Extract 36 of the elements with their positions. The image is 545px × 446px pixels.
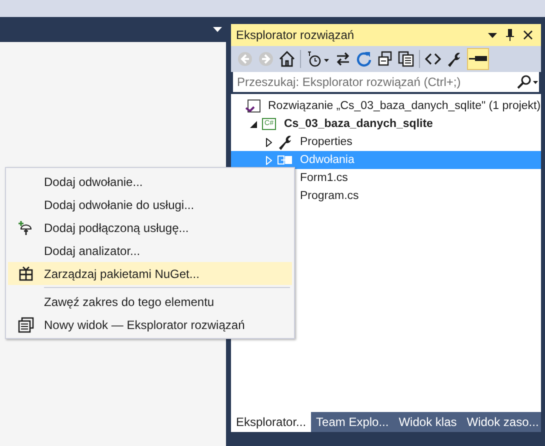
panel-tab[interactable]: Eksplorator...: [231, 412, 312, 432]
pane-icon: [469, 55, 487, 63]
menu-item[interactable]: Dodaj analizator...: [8, 239, 292, 262]
clock-icon[interactable]: [306, 51, 330, 67]
panel-tab[interactable]: Widok klas: [394, 412, 462, 432]
search-icon[interactable]: [517, 75, 539, 89]
tree-item[interactable]: Properties: [231, 133, 541, 151]
wrench-icon[interactable]: [446, 51, 462, 67]
panel-title: Eksplorator rozwiązań: [236, 28, 356, 42]
solution-icon: [245, 98, 261, 114]
home-icon[interactable]: [279, 51, 295, 67]
sync-icon[interactable]: [335, 51, 351, 67]
collapse-icon[interactable]: [377, 51, 393, 67]
dropdown-icon[interactable]: [488, 32, 497, 38]
references-icon: [277, 155, 293, 165]
window-icon: [18, 316, 34, 332]
panel-tab[interactable]: Widok zaso...: [462, 412, 544, 432]
refresh-icon[interactable]: [356, 51, 372, 67]
collapse-arrow-icon[interactable]: [250, 120, 256, 128]
menu-item[interactable]: Zawęź zakres do tego elementu: [8, 290, 292, 313]
wrench-icon: [277, 134, 293, 150]
preview-button[interactable]: [467, 48, 489, 70]
close-icon[interactable]: [523, 30, 533, 40]
menu-item[interactable]: Dodaj odwołanie do usługi...: [8, 193, 292, 216]
menu-item[interactable]: Zarządzaj pakietami NuGet...: [8, 262, 292, 285]
tree-item[interactable]: Rozwiązanie „Cs_03_baza_danych_sqlite" (1 projekt): [231, 97, 541, 115]
files-icon[interactable]: [398, 51, 414, 67]
code-icon[interactable]: [425, 51, 441, 67]
dropdown-icon[interactable]: [213, 27, 222, 32]
pin-icon[interactable]: [506, 29, 514, 41]
gift-icon: [19, 266, 33, 281]
panel-tab[interactable]: Team Explo...: [311, 412, 394, 432]
search-field[interactable]: Przeszukaj: Eksplorator rozwiązań (Ctrl+;): [233, 72, 539, 92]
menu-item[interactable]: Dodaj odwołanie...: [8, 170, 292, 193]
menu-item[interactable]: Dodaj podłączoną usługę...: [8, 216, 292, 239]
menu-item[interactable]: Nowy widok — Eksplorator rozwiązań: [8, 313, 292, 336]
